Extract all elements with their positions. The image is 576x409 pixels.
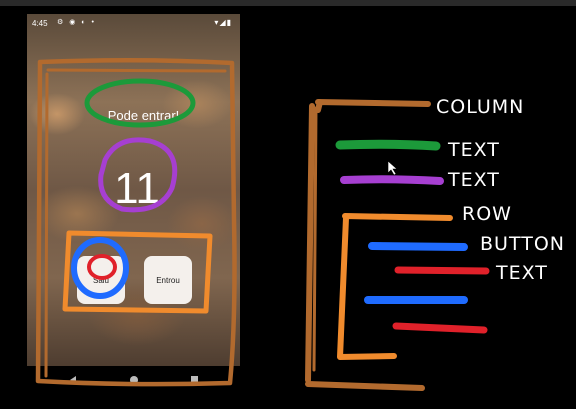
app-screen: 4:45 ⚙ ◉ ◐ • ▾◢▮ Pode entrar! 11 Saiu En… bbox=[27, 14, 240, 366]
phone-screenshot: 4:45 ⚙ ◉ ◐ • ▾◢▮ Pode entrar! 11 Saiu En… bbox=[27, 14, 240, 396]
notification-icons: ⚙ ◉ ◐ • bbox=[57, 19, 96, 26]
label-button: BUTTON bbox=[480, 233, 565, 255]
diagram-red-text-line-1 bbox=[394, 266, 490, 275]
label-row: ROW bbox=[462, 203, 512, 225]
label-text-2: TEXT bbox=[447, 169, 500, 191]
label-text-3: TEXT bbox=[495, 262, 548, 284]
back-icon[interactable] bbox=[70, 376, 76, 384]
signal-battery-icons: ▾◢▮ bbox=[214, 18, 232, 27]
exit-button-label: Saiu bbox=[92, 275, 109, 285]
title-text: Pode entrar! bbox=[107, 108, 180, 123]
status-time: 4:45 bbox=[32, 19, 48, 28]
column-bracket bbox=[305, 99, 431, 391]
mouse-cursor-icon bbox=[387, 160, 398, 176]
counter-text: 11 bbox=[114, 164, 160, 213]
label-column: COLUMN bbox=[436, 96, 524, 118]
diagram-blue-button-line-1 bbox=[368, 242, 468, 251]
navigation-bar bbox=[27, 366, 240, 396]
row-bracket bbox=[337, 213, 453, 360]
status-bar: 4:45 ⚙ ◉ ◐ • ▾◢▮ bbox=[27, 14, 240, 34]
column-bracket-inner bbox=[312, 106, 318, 372]
exit-button[interactable]: Saiu bbox=[77, 256, 125, 304]
enter-button-label: Entrou bbox=[156, 275, 180, 285]
home-icon[interactable] bbox=[130, 376, 138, 384]
top-window-bar bbox=[0, 0, 576, 6]
diagram-red-text-line-2 bbox=[392, 322, 488, 334]
recents-icon[interactable] bbox=[191, 376, 198, 383]
label-text-1: TEXT bbox=[447, 139, 500, 161]
diagram-green-text-line bbox=[335, 139, 441, 151]
enter-button[interactable]: Entrou bbox=[144, 256, 192, 304]
diagram-purple-text-line bbox=[340, 175, 444, 185]
